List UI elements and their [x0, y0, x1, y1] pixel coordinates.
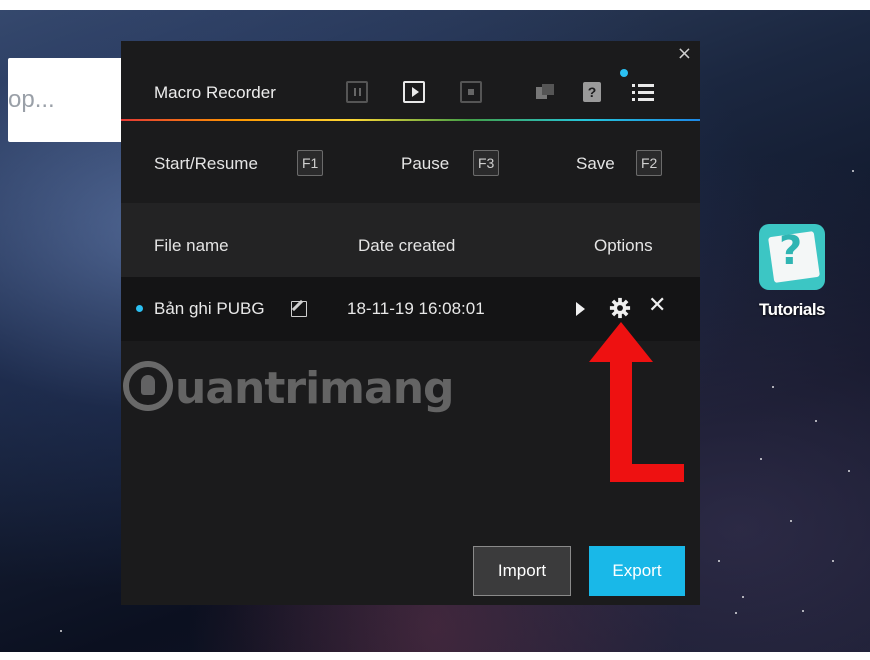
star	[772, 386, 774, 388]
column-options: Options	[594, 236, 653, 255]
search-placeholder: op...	[8, 86, 55, 113]
hotkey-key-save[interactable]: F2	[636, 150, 663, 176]
window-mode-icon[interactable]	[536, 84, 554, 100]
star	[60, 630, 62, 632]
export-button[interactable]: Export	[589, 546, 685, 596]
star	[815, 420, 817, 422]
hotkey-row: Start/Resume F1 Pause F3 Save F2	[121, 121, 700, 203]
bottom-frame	[0, 652, 870, 660]
tutorials-label: Tutorials	[758, 300, 826, 319]
table-header: File name Date created Options	[121, 203, 700, 277]
recorder-header: Macro Recorder ?	[121, 41, 700, 119]
import-button[interactable]: Import	[473, 546, 571, 596]
star	[742, 596, 744, 598]
row-active-dot	[136, 305, 143, 312]
notification-dot	[620, 69, 628, 77]
edit-name-icon[interactable]	[291, 301, 307, 317]
red-arrow-annotation	[589, 322, 684, 482]
watermark-text: uantrimang	[175, 363, 455, 414]
star	[802, 610, 804, 612]
star	[848, 470, 850, 472]
recorder-title: Macro Recorder	[154, 83, 276, 102]
hotkey-label-start: Start/Resume	[154, 154, 258, 173]
pause-record-button[interactable]	[346, 81, 368, 103]
start-record-button[interactable]	[403, 81, 425, 103]
hotkey-key-start[interactable]: F1	[297, 150, 324, 176]
file-name-cell: Bản ghi PUBG	[154, 299, 265, 318]
hotkey-key-pause[interactable]: F3	[473, 150, 500, 176]
star	[735, 612, 737, 614]
column-date-created: Date created	[358, 236, 456, 255]
star	[760, 458, 762, 460]
question-mark-glyph: ?	[779, 228, 803, 274]
quantrimang-watermark: uantrimang	[123, 359, 483, 419]
star	[852, 170, 854, 172]
top-frame	[0, 0, 870, 10]
hotkey-label-pause: Pause	[401, 154, 450, 173]
star	[832, 560, 834, 562]
help-icon[interactable]: ?	[583, 82, 601, 102]
tutorials-app-icon: ?	[759, 224, 825, 290]
stop-record-button[interactable]	[460, 81, 482, 103]
column-file-name: File name	[154, 236, 229, 255]
search-box[interactable]: op...	[8, 58, 128, 142]
list-menu-icon[interactable]	[632, 82, 656, 102]
settings-gear-icon[interactable]	[609, 297, 631, 319]
lightbulb-logo-icon	[123, 361, 173, 411]
play-macro-icon[interactable]	[576, 302, 585, 316]
star	[718, 560, 720, 562]
star	[790, 520, 792, 522]
delete-macro-icon[interactable]: ✕	[648, 293, 666, 318]
date-created-cell: 18-11-19 16:08:01	[347, 299, 485, 318]
hotkey-label-save: Save	[576, 154, 615, 173]
tutorials-shortcut[interactable]: ? Tutorials	[746, 224, 838, 320]
